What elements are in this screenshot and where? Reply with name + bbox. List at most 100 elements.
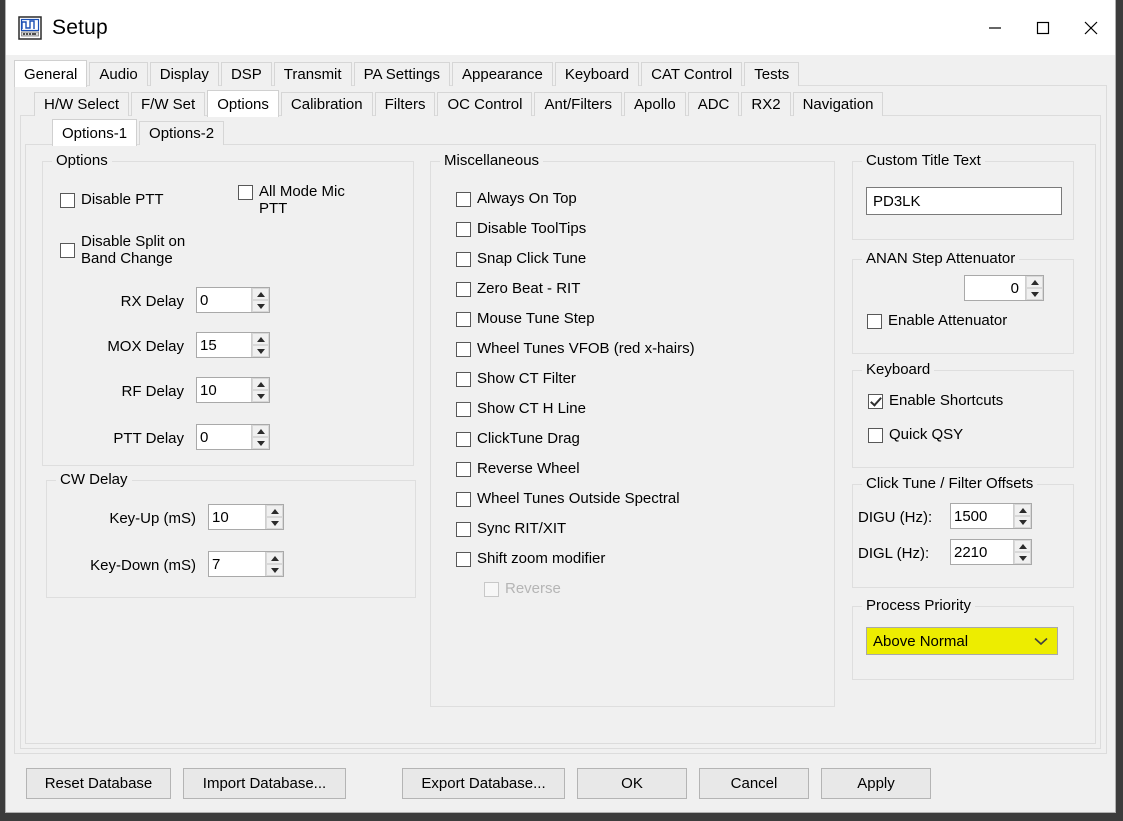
- tab-ant-filters[interactable]: Ant/Filters: [534, 92, 622, 116]
- tab-h-w-select[interactable]: H/W Select: [34, 92, 130, 116]
- tab-appearance[interactable]: Appearance: [452, 62, 553, 86]
- spinner-up-icon[interactable]: [252, 378, 269, 390]
- checkbox-show-ct-h-line[interactable]: Show CT H Line: [456, 400, 586, 417]
- checkbox-snap-click-tune[interactable]: Snap Click Tune: [456, 250, 586, 267]
- spinner-arrows[interactable]: [1013, 504, 1031, 528]
- spinner-key-down[interactable]: 7: [208, 551, 284, 577]
- spinner-down-icon[interactable]: [1026, 288, 1043, 300]
- tab-f-w-set[interactable]: F/W Set: [131, 92, 206, 116]
- checkbox-quick-qsy[interactable]: Quick QSY: [868, 426, 963, 443]
- spinner-arrows[interactable]: [251, 333, 269, 357]
- spinner-digl[interactable]: 2210: [950, 539, 1032, 565]
- spinner-up-icon[interactable]: [266, 552, 283, 564]
- custom-title-input[interactable]: PD3LK: [866, 187, 1062, 215]
- spinner-digu[interactable]: 1500: [950, 503, 1032, 529]
- spinner-down-icon[interactable]: [252, 345, 269, 357]
- spinner-value: 10: [200, 381, 217, 399]
- checkbox-box: [484, 582, 499, 597]
- checkbox-clicktune-drag[interactable]: ClickTune Drag: [456, 430, 580, 447]
- spinner-value: 10: [212, 508, 229, 526]
- checkbox-enable-shortcuts[interactable]: Enable Shortcuts: [868, 392, 1003, 409]
- tab-keyboard[interactable]: Keyboard: [554, 62, 640, 86]
- spinner-arrows[interactable]: [265, 505, 283, 529]
- minimize-icon[interactable]: [971, 0, 1019, 55]
- checkbox-wheel-tunes-outside-spectral[interactable]: Wheel Tunes Outside Spectral: [456, 490, 680, 507]
- tab-navigation[interactable]: Navigation: [792, 92, 884, 116]
- checkbox-mouse-tune-step[interactable]: Mouse Tune Step: [456, 310, 595, 327]
- spinner-up-icon[interactable]: [1014, 504, 1031, 516]
- reset-database-button[interactable]: Reset Database: [26, 767, 171, 799]
- spinner-mox-delay[interactable]: 15: [196, 332, 270, 358]
- tab-options[interactable]: Options: [207, 90, 279, 117]
- spinner-down-icon[interactable]: [252, 390, 269, 402]
- spinner-arrows[interactable]: [265, 552, 283, 576]
- checkbox-reverse-wheel[interactable]: Reverse Wheel: [456, 460, 580, 477]
- spinner-arrows[interactable]: [1025, 276, 1043, 300]
- tab-rx2[interactable]: RX2: [741, 92, 791, 116]
- tab-tests[interactable]: Tests: [744, 62, 800, 86]
- spinner-key-up[interactable]: 10: [208, 504, 284, 530]
- spinner-up-icon[interactable]: [1014, 540, 1031, 552]
- label-digu: DIGU (Hz):: [858, 509, 933, 526]
- ok-button[interactable]: OK: [577, 767, 687, 799]
- spinner-down-icon[interactable]: [252, 437, 269, 449]
- close-icon[interactable]: [1067, 0, 1115, 55]
- checkbox-all-mode-mic-ptt[interactable]: All Mode Mic PTT: [238, 183, 345, 217]
- checkbox-disable-ptt[interactable]: Disable PTT: [60, 191, 164, 208]
- spinner-rx-delay[interactable]: 0: [196, 287, 270, 313]
- checkbox-label: Sync RIT/XIT: [477, 520, 567, 537]
- spinner-arrows[interactable]: [251, 378, 269, 402]
- process-priority-dropdown[interactable]: Above Normal: [866, 627, 1058, 655]
- checkbox-enable-attenuator[interactable]: Enable Attenuator: [867, 312, 1007, 329]
- checkbox-wheel-tunes-vfob[interactable]: Wheel Tunes VFOB (red x-hairs): [456, 340, 695, 357]
- cancel-button[interactable]: Cancel: [699, 767, 809, 799]
- checkbox-shift-zoom-modifier[interactable]: Shift zoom modifier: [456, 550, 605, 567]
- tab-dsp[interactable]: DSP: [220, 62, 272, 86]
- tab-pa-settings[interactable]: PA Settings: [353, 62, 450, 86]
- spinner-down-icon[interactable]: [1014, 552, 1031, 564]
- tab-filters[interactable]: Filters: [374, 92, 436, 116]
- maximize-icon[interactable]: [1019, 0, 1067, 55]
- spinner-arrows[interactable]: [251, 425, 269, 449]
- tab-cat-control[interactable]: CAT Control: [641, 62, 743, 86]
- spinner-up-icon[interactable]: [252, 288, 269, 300]
- spinner-value: 15: [200, 336, 217, 354]
- checkbox-disable-tooltips[interactable]: Disable ToolTips: [456, 220, 586, 237]
- checkbox-box: [456, 192, 471, 207]
- spinner-up-icon[interactable]: [252, 425, 269, 437]
- spinner-down-icon[interactable]: [266, 564, 283, 576]
- checkbox-disable-split-on-band-change[interactable]: Disable Split on Band Change: [60, 233, 185, 267]
- export-database-button[interactable]: Export Database...: [402, 767, 565, 799]
- checkbox-always-on-top[interactable]: Always On Top: [456, 190, 577, 207]
- spinner-rf-delay[interactable]: 10: [196, 377, 270, 403]
- spinner-down-icon[interactable]: [1014, 516, 1031, 528]
- import-database-button[interactable]: Import Database...: [183, 767, 346, 799]
- checkbox-label: Reverse Wheel: [477, 460, 580, 477]
- checkbox-label: Reverse: [505, 580, 561, 597]
- checkbox-zero-beat-rit[interactable]: Zero Beat - RIT: [456, 280, 580, 297]
- spinner-arrows[interactable]: [1013, 540, 1031, 564]
- tab-options-2[interactable]: Options-2: [139, 121, 225, 145]
- tab-display[interactable]: Display: [149, 62, 219, 86]
- tab-oc-control[interactable]: OC Control: [437, 92, 533, 116]
- checkbox-box: [456, 312, 471, 327]
- tab-general[interactable]: General: [14, 60, 88, 87]
- checkbox-sync-rit-xit[interactable]: Sync RIT/XIT: [456, 520, 566, 537]
- spinner-up-icon[interactable]: [252, 333, 269, 345]
- tab-transmit[interactable]: Transmit: [273, 62, 352, 86]
- checkbox-show-ct-filter[interactable]: Show CT Filter: [456, 370, 576, 387]
- tab-apollo[interactable]: Apollo: [624, 92, 686, 116]
- apply-button[interactable]: Apply: [821, 767, 931, 799]
- spinner-up-icon[interactable]: [266, 505, 283, 517]
- tab-adc[interactable]: ADC: [687, 92, 740, 116]
- spinner-down-icon[interactable]: [252, 300, 269, 312]
- checkbox-box: [238, 185, 253, 200]
- spinner-ptt-delay[interactable]: 0: [196, 424, 270, 450]
- tab-options-1[interactable]: Options-1: [52, 119, 138, 146]
- spinner-arrows[interactable]: [251, 288, 269, 312]
- spinner-anan-step-attenuator[interactable]: 0: [964, 275, 1044, 301]
- tab-calibration[interactable]: Calibration: [280, 92, 373, 116]
- tab-audio[interactable]: Audio: [89, 62, 148, 86]
- spinner-up-icon[interactable]: [1026, 276, 1043, 288]
- spinner-down-icon[interactable]: [266, 517, 283, 529]
